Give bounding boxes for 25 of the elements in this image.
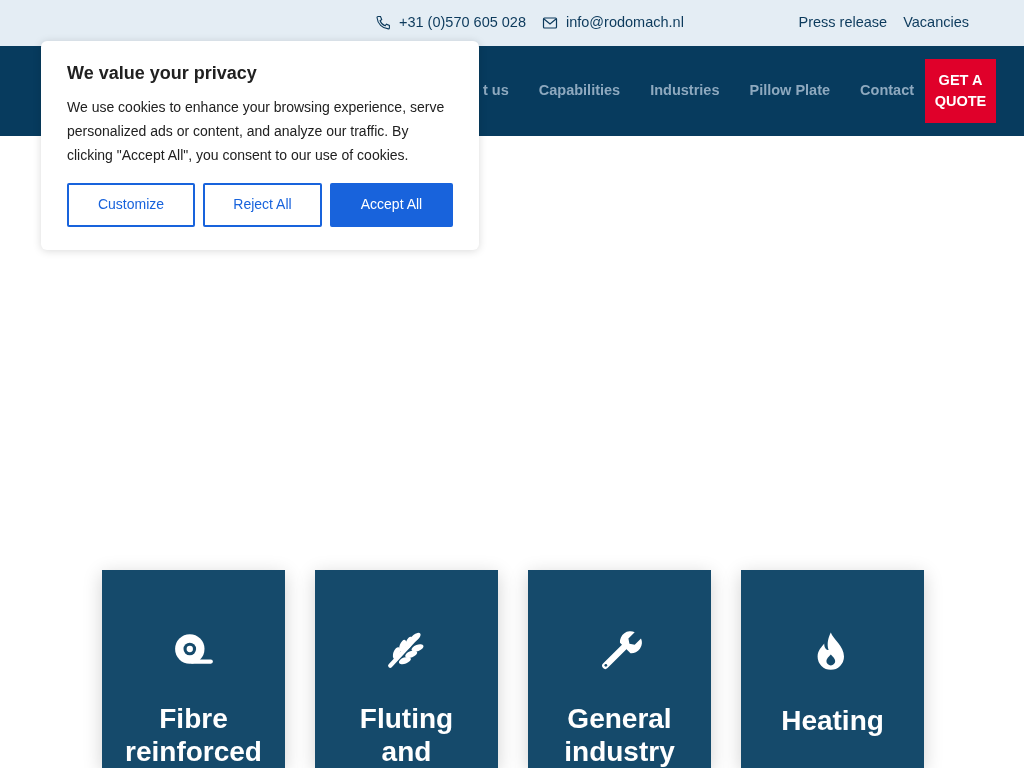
industry-tile[interactable]: Heating xyxy=(741,570,924,768)
accept-button[interactable]: Accept All xyxy=(330,182,453,227)
phone-link[interactable]: +31 (0)570 605 028 xyxy=(399,12,526,34)
get-quote-button[interactable]: GET A QUOTE xyxy=(925,59,996,123)
industry-tile[interactable]: Fibre reinforced xyxy=(102,570,285,768)
cookie-button[interactable]: Customize xyxy=(67,182,195,227)
nav-link[interactable]: Industries xyxy=(650,80,720,102)
nav-link[interactable]: Pillow Plate xyxy=(749,80,831,102)
phone-icon xyxy=(375,15,391,31)
tile-title: Heating xyxy=(781,704,884,737)
banner-title: We value your privacy xyxy=(67,63,258,85)
nav-link[interactable]: t us xyxy=(483,80,509,102)
nav-link[interactable]: Capabilities xyxy=(538,80,621,102)
nav-link[interactable]: Contact xyxy=(860,80,915,102)
cookie-button[interactable]: Reject All xyxy=(203,182,322,227)
industry-tile[interactable]: Fluting and xyxy=(315,570,498,768)
industry-tile[interactable]: General industry xyxy=(528,570,711,768)
tile-title: Fibre reinforced xyxy=(124,702,263,768)
envelope-icon xyxy=(542,15,558,31)
banner-text: We use cookies to enhance your browsing experience, serve personalized ads or content, and analyze our traffic. By clicking "Accept All", you consent to our use of cookies. xyxy=(67,97,446,165)
email-link[interactable]: info@rodomach.nl xyxy=(566,12,684,34)
top-link[interactable]: Press release xyxy=(798,12,888,34)
top-link[interactable]: Vacancies xyxy=(903,12,969,34)
tile-title: Fluting and xyxy=(358,702,455,768)
tile-title: General industry xyxy=(563,702,676,768)
